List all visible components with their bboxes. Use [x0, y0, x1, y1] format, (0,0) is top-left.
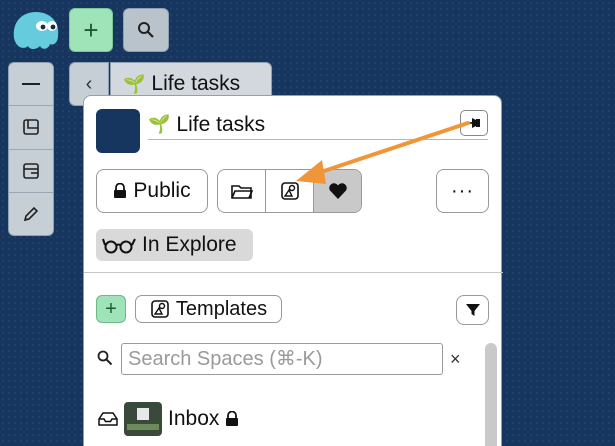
space-name-text: Life tasks: [176, 112, 266, 136]
section-divider: [84, 272, 503, 273]
pin-icon: [467, 118, 480, 128]
space-list-item-label: Inbox: [168, 407, 220, 430]
plus-icon: +: [105, 298, 117, 320]
pin-button[interactable]: [460, 110, 488, 136]
minimize-button[interactable]: [9, 63, 53, 107]
filter-button[interactable]: [456, 295, 489, 325]
search-spaces-input[interactable]: [121, 343, 443, 375]
plus-icon: +: [83, 14, 99, 45]
card-tool-button[interactable]: [9, 106, 53, 150]
folder-button[interactable]: [218, 170, 266, 212]
space-list-item[interactable]: Inbox: [98, 400, 239, 438]
privacy-public-button[interactable]: Public: [96, 169, 208, 213]
search-button[interactable]: [123, 8, 169, 52]
space-actions-group: [217, 169, 362, 213]
side-toolbar: [8, 62, 54, 236]
space-background-swatch[interactable]: [96, 109, 140, 153]
in-explore-badge[interactable]: In Explore: [96, 229, 253, 261]
template-button[interactable]: [266, 170, 314, 212]
inbox-tray-icon: [98, 412, 118, 426]
templates-button[interactable]: Templates: [135, 295, 282, 323]
public-label: Public: [133, 179, 191, 202]
chevron-left-icon: ‹: [85, 72, 93, 95]
ellipsis-icon: ···: [451, 179, 474, 202]
space-name-field[interactable]: 🌱 Life tasks: [148, 110, 488, 140]
sprout-icon: 🌱: [148, 114, 171, 134]
heart-icon: [328, 183, 347, 199]
template-icon: [151, 300, 169, 318]
box-tool-button[interactable]: [9, 150, 53, 193]
glasses-icon: [102, 238, 136, 254]
template-icon: [280, 182, 299, 200]
space-details-panel: 🌱 Life tasks Public ··· In Explore + Tem…: [83, 95, 503, 446]
kinopio-logo[interactable]: [8, 8, 64, 54]
in-explore-label: In Explore: [142, 233, 237, 256]
sprout-icon: 🌱: [123, 73, 146, 94]
add-space-button[interactable]: +: [69, 8, 113, 52]
lock-icon: [114, 183, 127, 198]
draw-tool-button[interactable]: [9, 193, 53, 235]
box-icon: [23, 162, 39, 179]
favorite-button[interactable]: [314, 170, 361, 212]
search-icon: [138, 22, 154, 38]
space-thumbnail: [124, 402, 162, 436]
filter-icon: [465, 304, 480, 316]
folder-icon: [230, 185, 253, 199]
templates-label: Templates: [175, 297, 268, 320]
logo-icon: [13, 12, 59, 49]
lock-icon: [226, 411, 239, 426]
card-icon: [23, 119, 39, 136]
minus-icon: [22, 83, 40, 86]
space-title: Life tasks: [151, 72, 241, 95]
space-list-scrollbar[interactable]: [485, 343, 497, 446]
search-icon: [97, 350, 113, 371]
add-space-from-template-button[interactable]: +: [96, 295, 126, 323]
clear-search-button[interactable]: ×: [450, 349, 461, 370]
pencil-icon: [23, 206, 39, 221]
more-options-button[interactable]: ···: [436, 169, 489, 213]
